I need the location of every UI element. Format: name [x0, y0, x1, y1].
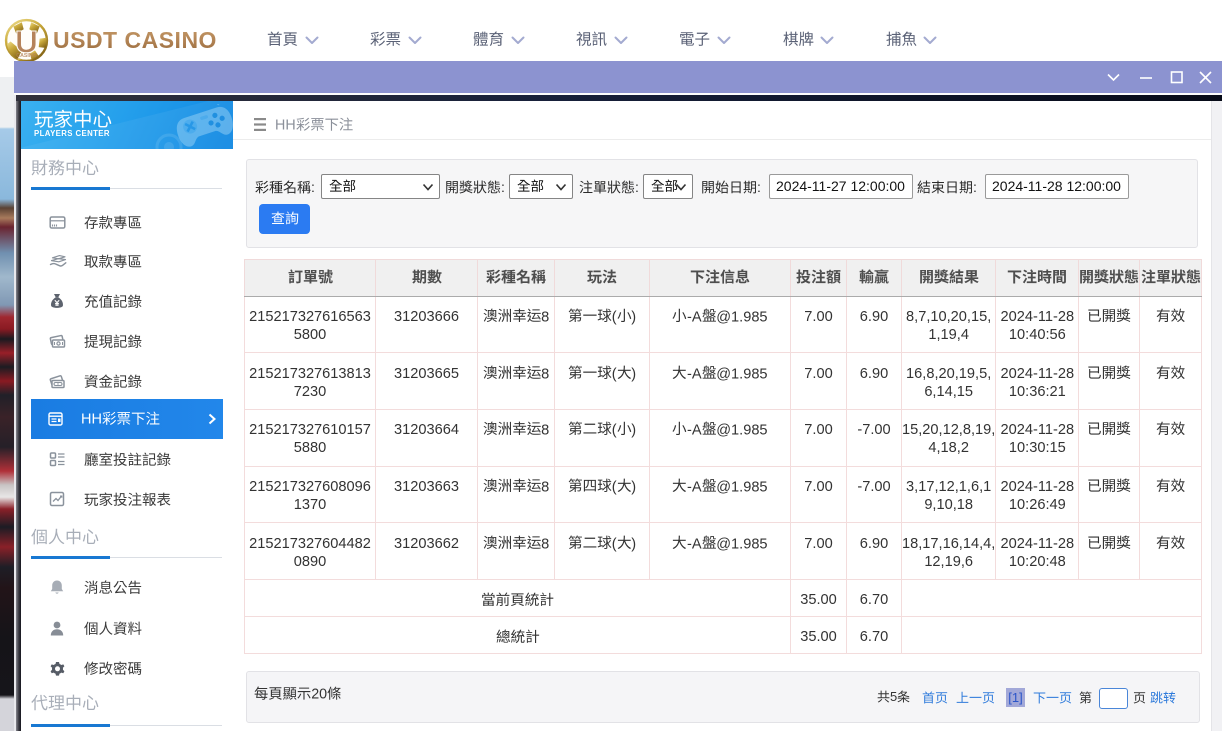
svg-text:CASINO: CASINO — [16, 53, 36, 59]
